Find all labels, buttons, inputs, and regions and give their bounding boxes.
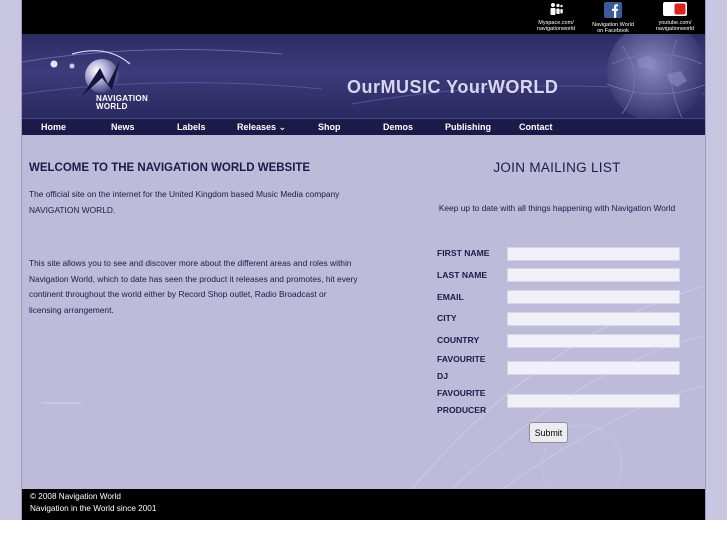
welcome-title: WELCOME TO THE NAVIGATION WORLD WEBSITE xyxy=(29,162,311,174)
myspace-label-2: navigationworld xyxy=(536,26,576,32)
favourite-dj-label-line2: DJ xyxy=(437,370,448,381)
site-frame: Myspace.com/ navigationworld Navigation … xyxy=(21,0,706,520)
nav-labels[interactable]: Labels xyxy=(177,122,206,132)
footer: © 2008 Navigation World Navigation in th… xyxy=(22,489,705,520)
favourite-producer-label: FAVOURITE PRODUCER xyxy=(437,385,486,418)
youtube-link[interactable]: youtube.com/ navigationworld xyxy=(649,2,701,32)
mailing-list-title: JOIN MAILING LIST xyxy=(493,160,621,175)
main-content: WELCOME TO THE NAVIGATION WORLD WEBSITE … xyxy=(22,135,705,489)
country-label: COUNTRY xyxy=(437,332,479,349)
myspace-link[interactable]: Myspace.com/ navigationworld xyxy=(530,2,582,32)
country-label-text: COUNTRY xyxy=(437,335,480,345)
intro-paragraph: The official site on the internet for th… xyxy=(29,189,340,215)
youtube-label-2: navigationworld xyxy=(655,26,695,32)
page-background: Myspace.com/ navigationworld Navigation … xyxy=(0,0,727,520)
favourite-producer-label-line2: PRODUCER xyxy=(437,404,487,415)
first-name-label-text: FIRST NAME xyxy=(437,248,490,258)
copyright-text: © 2008 Navigation World xyxy=(30,492,121,501)
nav-shop[interactable]: Shop xyxy=(318,122,341,132)
favourite-dj-label: FAVOURITE DJ xyxy=(437,351,486,384)
email-label: EMAIL xyxy=(437,289,464,306)
last-name-label-text: LAST NAME xyxy=(437,270,488,280)
brand-line-2: WORLD xyxy=(96,102,128,111)
nav-news[interactable]: News xyxy=(111,122,135,132)
banner-tagline: OurMUSIC YourWORLD xyxy=(347,77,559,97)
favourite-dj-input[interactable] xyxy=(507,361,680,375)
header-banner: NAVIGATION WORLD OurMUSIC YourWORLD xyxy=(22,34,705,118)
favourite-dj-label-line1: FAVOURITE xyxy=(437,354,486,364)
first-name-label: FIRST NAME xyxy=(437,245,490,262)
facebook-link[interactable]: Navigation World on Facebook xyxy=(587,2,639,34)
nav-releases[interactable]: Releases ⌄ xyxy=(237,122,286,133)
myspace-icon xyxy=(530,2,582,18)
city-label-text: CITY xyxy=(437,313,457,323)
facebook-icon xyxy=(587,2,639,20)
submit-button[interactable]: Submit xyxy=(529,422,568,443)
country-input[interactable] xyxy=(507,334,680,348)
social-bar: Myspace.com/ navigationworld Navigation … xyxy=(22,0,705,34)
email-label-text: EMAIL xyxy=(437,292,464,302)
brand-logo-text: NAVIGATION WORLD xyxy=(96,95,148,111)
youtube-icon xyxy=(649,2,701,18)
nav-contact[interactable]: Contact xyxy=(519,122,553,132)
favourite-producer-label-line1: FAVOURITE xyxy=(437,388,486,398)
last-name-input[interactable] xyxy=(507,268,680,282)
mailing-list-description: Keep up to date with all things happenin… xyxy=(438,203,676,213)
main-nav: Home News Labels Releases ⌄ Shop Demos P… xyxy=(22,118,705,135)
footer-tagline: Navigation in the World since 2001 xyxy=(30,503,157,513)
about-paragraph: This site allows you to see and discover… xyxy=(29,258,358,315)
city-input[interactable] xyxy=(507,312,680,326)
nav-demos[interactable]: Demos xyxy=(383,122,413,132)
nav-home[interactable]: Home xyxy=(41,122,66,132)
first-name-input[interactable] xyxy=(507,247,680,261)
email-input[interactable] xyxy=(507,290,680,304)
last-name-label: LAST NAME xyxy=(437,267,487,284)
city-label: CITY xyxy=(437,310,457,327)
nav-publishing[interactable]: Publishing xyxy=(445,122,491,132)
favourite-producer-input[interactable] xyxy=(507,394,680,408)
